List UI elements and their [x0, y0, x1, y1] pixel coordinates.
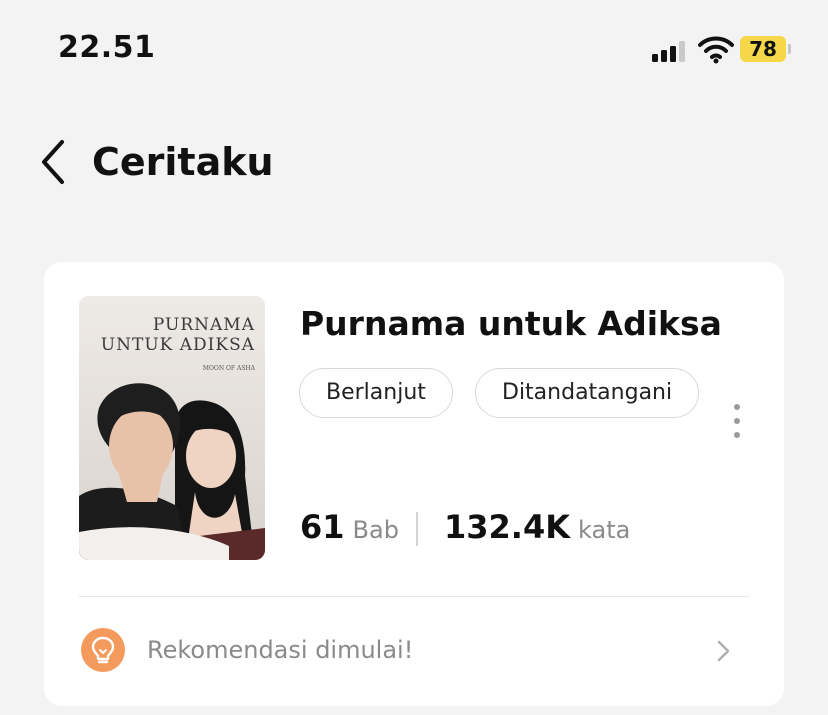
status-bar: 22.51 78 — [0, 0, 828, 100]
cover-author: MOON OF ASHA — [203, 365, 256, 372]
story-card[interactable]: PURNAMA UNTUK ADIKSA MOON OF ASHA Purnam… — [44, 262, 784, 706]
recommendation-row[interactable]: Rekomendasi dimulai! — [79, 626, 749, 676]
cover-title-line1: PURNAMA — [153, 315, 255, 335]
chevron-right-icon — [717, 640, 730, 662]
book-cover[interactable]: PURNAMA UNTUK ADIKSA MOON OF ASHA — [79, 296, 265, 560]
more-vertical-icon[interactable] — [726, 402, 748, 442]
book-title[interactable]: Purnama untuk Adiksa — [300, 304, 722, 343]
status-tag-ongoing: Berlanjut — [299, 368, 453, 418]
battery-level: 78 — [740, 36, 786, 62]
page-title: Ceritaku — [92, 140, 274, 184]
cover-title-line2: UNTUK ADIKSA — [101, 335, 255, 355]
word-count: 132.4K — [444, 508, 571, 546]
chapter-count: 61 — [300, 508, 345, 546]
cellular-signal-icon — [652, 40, 690, 62]
recommendation-label: Rekomendasi dimulai! — [147, 636, 414, 664]
status-time: 22.51 — [58, 30, 156, 65]
word-stat: 132.4K kata — [444, 508, 630, 546]
word-unit: kata — [578, 516, 631, 544]
chapter-unit: Bab — [352, 516, 399, 544]
stat-divider — [416, 512, 418, 546]
status-tag-signed: Ditandatangani — [475, 368, 700, 418]
chapter-stat: 61 Bab — [300, 508, 399, 546]
lightbulb-icon — [81, 628, 125, 672]
nav-header: Ceritaku — [0, 120, 828, 210]
battery-icon: 78 — [740, 36, 792, 64]
wifi-icon — [698, 36, 734, 64]
card-divider — [79, 596, 749, 597]
book-cover-art: PURNAMA UNTUK ADIKSA MOON OF ASHA — [79, 296, 265, 560]
chevron-left-icon[interactable] — [34, 138, 74, 186]
